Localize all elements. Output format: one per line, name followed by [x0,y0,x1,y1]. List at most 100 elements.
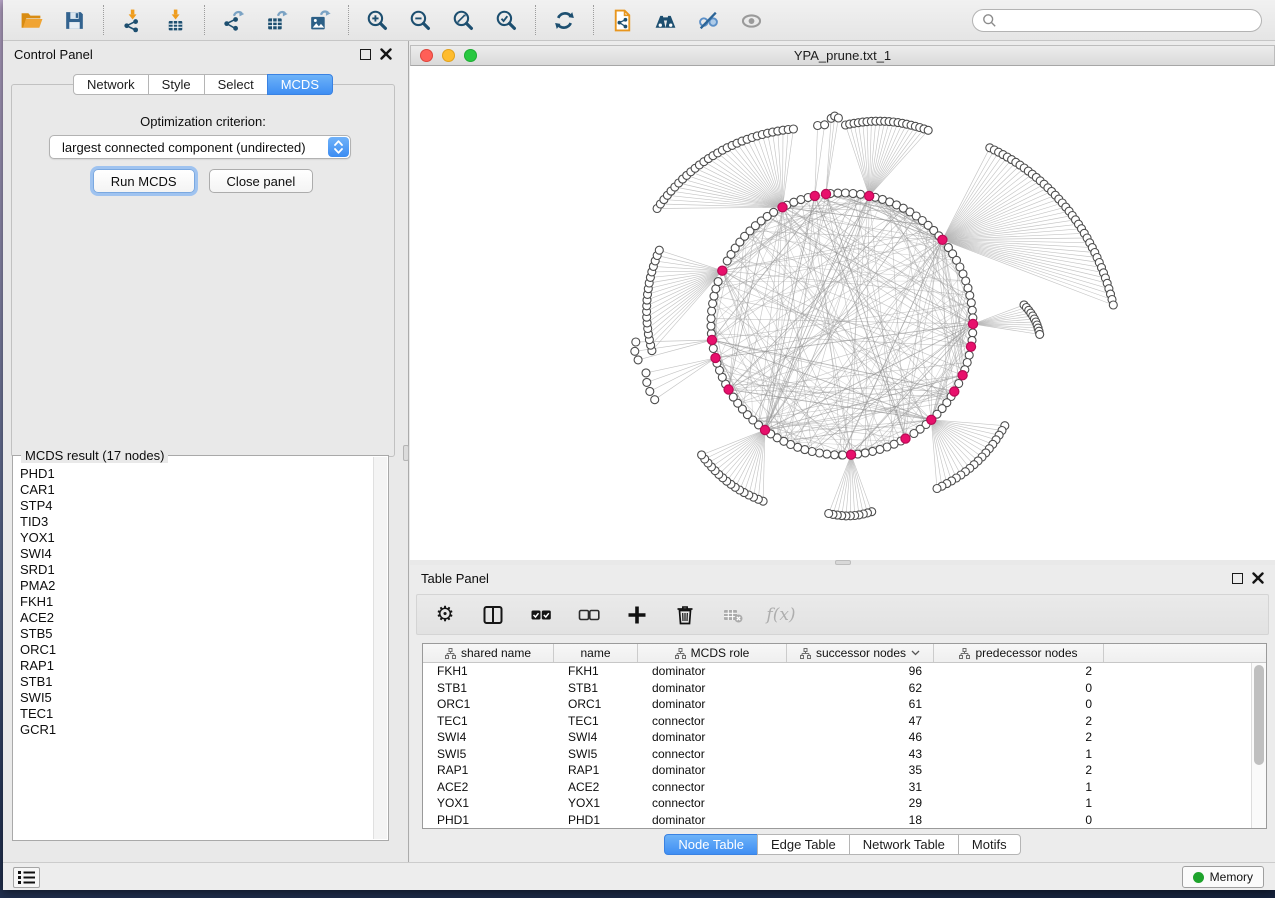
table-row[interactable]: ACE2ACE2connector311 [423,779,1251,796]
float-window-icon[interactable] [360,49,371,60]
network-node[interactable] [849,190,857,198]
table-row[interactable]: ORC1ORC1dominator610 [423,696,1251,713]
network-node[interactable] [1109,301,1117,309]
network-node[interactable] [857,190,865,198]
network-node[interactable] [714,278,722,286]
network-node[interactable] [655,246,663,254]
network-node[interactable] [834,114,842,122]
network-node[interactable] [631,347,639,355]
network-node[interactable] [969,329,977,337]
network-node[interactable] [816,449,824,457]
network-node[interactable] [710,292,718,300]
network-canvas[interactable] [410,66,1275,560]
mcds-hub-node[interactable] [950,387,959,396]
network-node[interactable] [968,306,976,314]
table-row[interactable]: PHD1PHD1dominator180 [423,812,1251,829]
tab-select[interactable]: Select [204,74,268,95]
select-all-rows-button[interactable] [527,601,555,629]
zoom-selected-button[interactable] [493,7,520,34]
tab-node-table[interactable]: Node Table [664,834,758,855]
network-node[interactable] [634,356,642,364]
import-table-button[interactable] [162,7,189,34]
mcds-result-item[interactable]: YOX1 [20,530,372,546]
mcds-hub-node[interactable] [724,385,733,394]
column-header-name[interactable]: name [554,644,638,662]
mcds-result-item[interactable]: RAP1 [20,658,372,674]
close-panel-button[interactable]: Close panel [209,169,314,193]
mcds-hub-node[interactable] [927,415,936,424]
network-node[interactable] [789,125,797,133]
mcds-hub-node[interactable] [958,371,967,380]
network-node[interactable] [955,380,963,388]
network-node[interactable] [825,510,833,518]
deselect-all-rows-button[interactable] [575,601,603,629]
network-node[interactable] [964,284,972,292]
network-node[interactable] [632,338,640,346]
chevron-down-icon[interactable] [911,650,920,656]
mcds-hub-node[interactable] [865,191,874,200]
network-node[interactable] [821,121,829,129]
network-node[interactable] [910,430,918,438]
export-network-button[interactable] [220,7,247,34]
zoom-in-button[interactable] [364,7,391,34]
mcds-result-item[interactable]: ORC1 [20,642,372,658]
column-header-shared-name[interactable]: shared name [423,644,554,662]
network-node[interactable] [698,451,706,459]
network-graph[interactable] [410,66,1275,560]
close-icon[interactable] [380,48,392,60]
mcds-result-item[interactable]: SWI5 [20,690,372,706]
mcds-result-item[interactable]: FKH1 [20,594,372,610]
network-node[interactable] [933,485,941,493]
network-node[interactable] [651,396,659,404]
network-node[interactable] [709,300,717,308]
network-node[interactable] [646,387,654,395]
column-header-mcds-role[interactable]: MCDS role [638,644,787,662]
mcds-result-item[interactable]: TEC1 [20,706,372,722]
table-row[interactable]: SWI5SWI5connector431 [423,746,1251,763]
mcds-result-item[interactable]: GCR1 [20,722,372,738]
mcds-result-item[interactable]: SRD1 [20,562,372,578]
scrollbar-thumb[interactable] [1254,665,1264,765]
search-overview-button[interactable] [652,7,679,34]
table-scrollbar[interactable] [1251,663,1266,828]
mcds-hub-node[interactable] [821,189,830,198]
import-network-button[interactable] [119,7,146,34]
close-icon[interactable] [1252,572,1264,584]
mcds-result-item[interactable]: TID3 [20,514,372,530]
search-input[interactable] [1003,13,1252,28]
export-table-button[interactable] [263,7,290,34]
tab-edge-table[interactable]: Edge Table [757,834,850,855]
network-node[interactable] [643,378,651,386]
mcds-hub-node[interactable] [901,434,910,443]
network-node[interactable] [770,208,778,216]
network-node[interactable] [839,451,847,459]
network-node[interactable] [808,448,816,456]
delete-column-button[interactable] [671,601,699,629]
search-box[interactable] [972,9,1262,32]
open-file-button[interactable] [18,7,45,34]
mcds-result-scrollbar[interactable] [373,457,387,839]
network-node[interactable] [707,322,715,330]
memory-button[interactable]: Memory [1182,866,1264,888]
save-session-button[interactable] [61,7,88,34]
table-row[interactable]: SWI4SWI4dominator462 [423,729,1251,746]
mcds-hub-node[interactable] [707,335,716,344]
refresh-layout-button[interactable] [551,7,578,34]
network-node[interactable] [924,126,932,134]
mcds-hub-node[interactable] [711,353,720,362]
mcds-hub-node[interactable] [966,342,975,351]
table-row[interactable]: TEC1TEC1connector472 [423,713,1251,730]
network-node[interactable] [831,451,839,459]
export-image-button[interactable] [306,7,333,34]
network-node[interactable] [1036,330,1044,338]
mcds-result-item[interactable]: STB5 [20,626,372,642]
mcds-hub-node[interactable] [778,203,787,212]
mcds-hub-node[interactable] [718,266,727,275]
panel-splitter-vertical[interactable] [403,41,410,862]
mcds-result-item[interactable]: STP4 [20,498,372,514]
table-row[interactable]: RAP1RAP1dominator352 [423,762,1251,779]
column-view-button[interactable] [479,601,507,629]
mcds-result-item[interactable]: SWI4 [20,546,372,562]
network-node[interactable] [876,445,884,453]
tab-network-table[interactable]: Network Table [849,834,959,855]
